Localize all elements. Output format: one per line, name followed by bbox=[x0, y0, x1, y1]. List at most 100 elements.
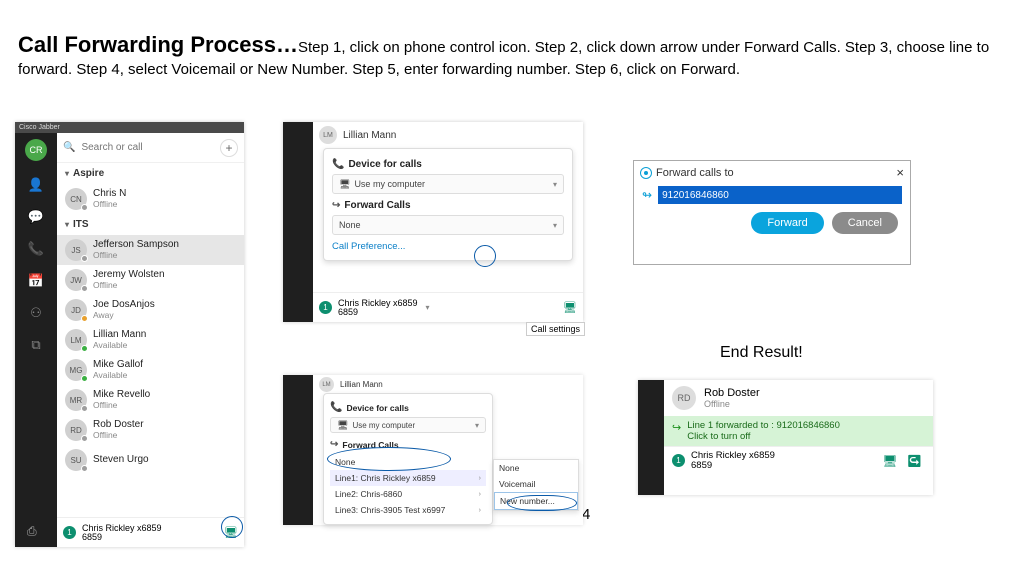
banner-line1: Line 1 forwarded to : 912016846860 bbox=[687, 420, 840, 431]
forwarded-banner[interactable]: ↪ Line 1 forwarded to : 912016846860 Cli… bbox=[664, 416, 933, 446]
phone-control-bar[interactable]: 1 Chris Rickley x68596859 ▾ 🖥 bbox=[313, 292, 583, 322]
line-badge: 1 bbox=[63, 526, 76, 539]
header-name: Lillian Mann bbox=[343, 130, 396, 141]
avatar: RD bbox=[672, 386, 696, 410]
avatar: LM bbox=[65, 329, 87, 351]
device-select[interactable]: 🖥Use my computer▾ bbox=[332, 174, 564, 194]
contact-row[interactable]: JWJeremy WolstenOffline bbox=[57, 265, 244, 295]
popover-header: LM Lillian Mann bbox=[313, 375, 583, 394]
avatar: JS bbox=[65, 239, 87, 261]
group-aspire[interactable]: ▾Aspire bbox=[57, 163, 244, 184]
handset-icon: 📞 bbox=[330, 402, 342, 413]
self-avatar[interactable]: CR bbox=[25, 139, 47, 161]
close-icon[interactable]: × bbox=[896, 165, 904, 180]
chevron-right-icon: › bbox=[479, 475, 481, 482]
line-label: Chris Rickley x68596859 bbox=[338, 299, 418, 317]
contact-status: Offline bbox=[93, 251, 179, 260]
forward-icon: ↪ bbox=[672, 421, 681, 434]
add-contact-button[interactable]: + bbox=[220, 139, 238, 157]
contact-row[interactable]: LMLillian MannAvailable bbox=[57, 325, 244, 355]
phone-control-bar[interactable]: 1 Chris Rickley x68596859 🖥 ↪ bbox=[664, 446, 933, 474]
contact-row[interactable]: JSJefferson SampsonOffline bbox=[57, 235, 244, 265]
presence-dot bbox=[81, 255, 88, 262]
forward-icon: ↪ bbox=[332, 200, 340, 211]
step1-highlight-circle bbox=[221, 516, 243, 538]
line-badge: 1 bbox=[672, 454, 685, 467]
forward-section-title: ↪Forward Calls bbox=[332, 200, 564, 211]
phone-control-bar[interactable]: 1 Chris Rickley x6859 6859 🖥 bbox=[57, 517, 244, 547]
forward-button[interactable]: Forward bbox=[751, 212, 823, 234]
group-its[interactable]: ▾ITS bbox=[57, 214, 244, 235]
contact-status: Away bbox=[93, 311, 155, 320]
presence-dot bbox=[81, 204, 88, 211]
cancel-button[interactable]: Cancel bbox=[832, 212, 898, 234]
contact-row[interactable]: MGMike GallofAvailable bbox=[57, 355, 244, 385]
submenu-none[interactable]: None bbox=[494, 460, 578, 476]
chevron-down-icon: ▾ bbox=[553, 221, 557, 230]
presence-dot bbox=[81, 405, 88, 412]
banner-line2: Click to turn off bbox=[687, 431, 840, 442]
chevron-down-icon: ▾ bbox=[65, 169, 69, 178]
calendar-icon[interactable]: 📅 bbox=[28, 273, 44, 289]
contact-status: Offline bbox=[93, 281, 165, 290]
computer-icon[interactable]: 🖥 bbox=[563, 301, 577, 314]
presence-dot bbox=[81, 465, 88, 472]
line-label: Chris Rickley x6859 6859 bbox=[82, 524, 162, 542]
contact-row[interactable]: MRMike RevelloOffline bbox=[57, 385, 244, 415]
contact-row[interactable]: CNChris NOffline bbox=[57, 184, 244, 214]
handset-icon: 📞 bbox=[332, 159, 344, 170]
contact-row[interactable]: SUSteven Urgo bbox=[57, 445, 244, 475]
cast-icon[interactable]: ⎙ bbox=[27, 524, 37, 539]
avatar: JD bbox=[65, 299, 87, 321]
device-section-title: 📞Device for calls bbox=[332, 159, 564, 170]
call-preference-link[interactable]: Call Preference... bbox=[332, 241, 564, 252]
line-badge: 1 bbox=[319, 301, 332, 314]
voicemail-icon[interactable]: ⚇ bbox=[28, 305, 44, 321]
contact-status: Available bbox=[93, 341, 146, 350]
popover-header: LM Lillian Mann bbox=[313, 122, 583, 148]
settings-card: 📞Device for calls 🖥Use my computer▾ ↪For… bbox=[323, 148, 573, 261]
chevron-down-icon: ▾ bbox=[475, 421, 479, 430]
contacts-icon[interactable]: 👤 bbox=[28, 177, 44, 193]
dark-sidebar bbox=[283, 122, 313, 322]
chat-icon[interactable]: 💬 bbox=[28, 209, 44, 225]
presence-dot bbox=[81, 285, 88, 292]
app-icon bbox=[640, 167, 652, 179]
submenu-voicemail[interactable]: Voicemail bbox=[494, 476, 578, 492]
contact-name: Steven Urgo bbox=[93, 455, 149, 466]
contact-status: Offline bbox=[704, 399, 760, 409]
presence-dot bbox=[81, 345, 88, 352]
chevron-down-icon: ▾ bbox=[65, 220, 69, 229]
presence-dot bbox=[81, 435, 88, 442]
contact-status: Offline bbox=[93, 431, 144, 440]
line-row-1[interactable]: Line1: Chris Rickley x6859› bbox=[330, 470, 486, 486]
end-result-label: End Result! bbox=[720, 344, 803, 362]
end-result-panel: RD Rob Doster Offline ↪ Line 1 forwarded… bbox=[638, 380, 933, 495]
device-section-title: 📞Device for calls bbox=[330, 402, 486, 413]
contact-row[interactable]: RDRob DosterOffline bbox=[57, 415, 244, 445]
chevron-down-icon: ▾ bbox=[553, 180, 557, 189]
contact-row[interactable]: RD Rob Doster Offline bbox=[664, 380, 933, 416]
forward-number-input[interactable] bbox=[658, 186, 902, 204]
step3-highlight-oval bbox=[327, 447, 451, 471]
contact-status: Offline bbox=[93, 200, 126, 209]
computer-icon[interactable]: 🖥 ↪ bbox=[882, 454, 925, 468]
phone-icon[interactable]: 📞 bbox=[28, 241, 44, 257]
forward-icon: ↪ bbox=[330, 439, 338, 450]
device-select[interactable]: 🖥Use my computer▾ bbox=[330, 417, 486, 433]
chevron-right-icon: › bbox=[479, 507, 481, 514]
line-row-3[interactable]: Line3: Chris-3905 Test x6997› bbox=[330, 502, 486, 518]
forward-icon: ↬ bbox=[642, 188, 652, 202]
line-row-2[interactable]: Line2: Chris-6860› bbox=[330, 486, 486, 502]
forward-select[interactable]: None▾ bbox=[332, 215, 564, 235]
window-title: Cisco Jabber bbox=[15, 122, 244, 133]
computer-icon: 🖥 bbox=[337, 420, 348, 431]
avatar: LM bbox=[319, 126, 337, 144]
search-bar: 🔍 + bbox=[57, 133, 244, 163]
contact-row[interactable]: JDJoe DosAnjosAway bbox=[57, 295, 244, 325]
search-input[interactable] bbox=[79, 141, 220, 154]
meetings-icon[interactable]: ⧉ bbox=[28, 337, 44, 353]
search-icon: 🔍 bbox=[63, 142, 75, 153]
line-label: Chris Rickley x68596859 bbox=[691, 451, 775, 470]
avatar: CN bbox=[65, 188, 87, 210]
